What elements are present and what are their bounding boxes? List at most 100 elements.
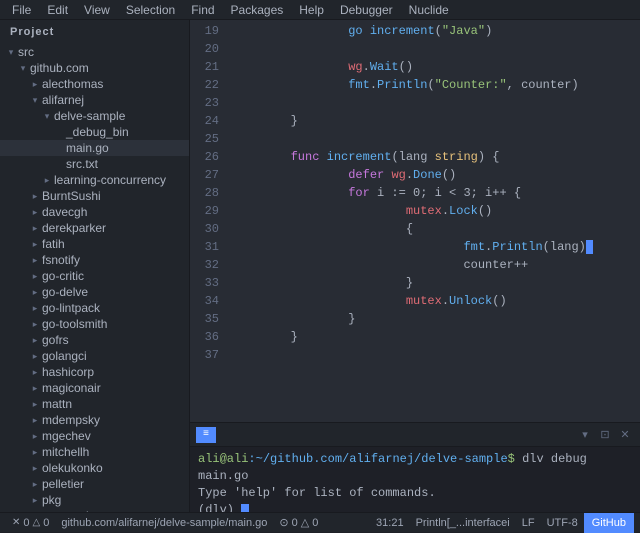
tree-item-learning-concurrency[interactable]: ▸learning-concurrency <box>0 172 189 188</box>
tree-item-src[interactable]: ▾src <box>0 44 189 60</box>
code-line-29: mutex.Lock() <box>233 202 640 220</box>
tree-label: fsnotify <box>42 253 80 267</box>
menu-item-edit[interactable]: Edit <box>39 0 76 19</box>
tree-item-mitchellh[interactable]: ▸mitchellh <box>0 444 189 460</box>
tree-item-alecthomas[interactable]: ▸alecthomas <box>0 76 189 92</box>
github-label: GitHub <box>592 517 626 529</box>
arrow-icon: ▸ <box>28 335 42 346</box>
arrow-icon: ▸ <box>28 431 42 442</box>
tree-item-fsnotify[interactable]: ▸fsnotify <box>0 252 189 268</box>
tree-label: go-delve <box>42 285 88 299</box>
terminal-prompt-user: ali@ali <box>198 452 248 466</box>
menu-item-packages[interactable]: Packages <box>223 0 292 19</box>
line-number-31: 31 <box>190 238 219 256</box>
status-line-ending: LF <box>516 517 541 529</box>
tree-item-pelletier[interactable]: ▸pelletier <box>0 476 189 492</box>
terminal-close-button[interactable]: ✕ <box>616 426 634 444</box>
terminal-toolbar: ≡ ▾ ⊡ ✕ <box>190 423 640 447</box>
error-count: 0 <box>23 517 29 529</box>
tree-label: mdempsky <box>42 413 100 427</box>
terminal-expand-button[interactable]: ⊡ <box>596 426 614 444</box>
code-line-36: } <box>233 328 640 346</box>
status-errors[interactable]: ✕ 0 △ 0 <box>6 517 55 529</box>
tree-label: mitchellh <box>42 445 89 459</box>
indent-text: Println[_...interfacei <box>416 517 510 529</box>
code-content[interactable]: go increment("Java") wg.Wait() fmt.Print… <box>225 20 640 422</box>
code-line-34: mutex.Unlock() <box>233 292 640 310</box>
tree-item-main.go[interactable]: main.go <box>0 140 189 156</box>
line-number-29: 29 <box>190 202 219 220</box>
tree-item-go-delve[interactable]: ▸go-delve <box>0 284 189 300</box>
menu-bar: FileEditViewSelectionFindPackagesHelpDeb… <box>0 0 640 20</box>
tree-item-go-toolsmith[interactable]: ▸go-toolsmith <box>0 316 189 332</box>
status-filepath[interactable]: github.com/alifarnej/delve-sample/main.g… <box>55 517 273 529</box>
tree-item-BurntSushi[interactable]: ▸BurntSushi <box>0 188 189 204</box>
menu-item-selection[interactable]: Selection <box>118 0 183 19</box>
tree-label: hashicorp <box>42 365 94 379</box>
tree-label: go-lintpack <box>42 301 100 315</box>
tree-item-mdempsky[interactable]: ▸mdempsky <box>0 412 189 428</box>
position-text: 31:21 <box>376 517 404 529</box>
arrow-icon: ▸ <box>28 447 42 458</box>
terminal-output-text-2: (dlv) <box>198 503 241 512</box>
menu-item-find[interactable]: Find <box>183 0 222 19</box>
status-encoding: UTF-8 <box>541 517 584 529</box>
code-line-30: { <box>233 220 640 238</box>
terminal-minimize-button[interactable]: ▾ <box>576 426 594 444</box>
terminal-content[interactable]: ali@ali:~/github.com/alifarnej/delve-sam… <box>190 447 640 512</box>
tree-label: _debug_bin <box>66 125 129 139</box>
tree-item-pkg[interactable]: ▸pkg <box>0 492 189 508</box>
line-numbers: 19202122232425262728293031323334353637 <box>190 20 225 422</box>
line-number-37: 37 <box>190 346 219 364</box>
tree-item-fatih[interactable]: ▸fatih <box>0 236 189 252</box>
tree-item-olekukonko[interactable]: ▸olekukonko <box>0 460 189 476</box>
menu-item-file[interactable]: File <box>4 0 39 19</box>
status-github[interactable]: GitHub <box>584 513 634 533</box>
menu-item-help[interactable]: Help <box>291 0 332 19</box>
tree-item-hashicorp[interactable]: ▸hashicorp <box>0 364 189 380</box>
arrow-icon: ▸ <box>28 287 42 298</box>
tree-label: mgechev <box>42 429 91 443</box>
line-number-25: 25 <box>190 130 219 148</box>
line-number-36: 36 <box>190 328 219 346</box>
code-line-31: fmt.Println(lang) <box>233 238 640 256</box>
tree-item-_debug_bin[interactable]: _debug_bin <box>0 124 189 140</box>
tree-label: derekparker <box>42 221 106 235</box>
tree-label: go-toolsmith <box>42 317 107 331</box>
tree-label: mattn <box>42 397 72 411</box>
tree-item-go-lintpack[interactable]: ▸go-lintpack <box>0 300 189 316</box>
tree-label: src <box>18 45 34 59</box>
editor-area: 19202122232425262728293031323334353637 g… <box>190 20 640 512</box>
tree-label: main.go <box>66 141 109 155</box>
tree-item-magiconair[interactable]: ▸magiconair <box>0 380 189 396</box>
tree-item-derekparker[interactable]: ▸derekparker <box>0 220 189 236</box>
tree-item-golangci[interactable]: ▸golangci <box>0 348 189 364</box>
code-line-25 <box>233 130 640 148</box>
tree-item-go-critic[interactable]: ▸go-critic <box>0 268 189 284</box>
arrow-icon: ▾ <box>4 47 18 58</box>
arrow-icon: ▾ <box>40 111 54 122</box>
tree-label: golangci <box>42 349 87 363</box>
arrow-icon: ▸ <box>28 191 42 202</box>
tree-item-mgechev[interactable]: ▸mgechev <box>0 428 189 444</box>
tree-item-delve-sample[interactable]: ▾delve-sample <box>0 108 189 124</box>
arrow-icon: ▸ <box>28 223 42 234</box>
menu-item-debugger[interactable]: Debugger <box>332 0 401 19</box>
menu-item-view[interactable]: View <box>76 0 118 19</box>
tree-item-gofrs[interactable]: ▸gofrs <box>0 332 189 348</box>
tree-label: pkg <box>42 493 61 507</box>
warning-count: 0 <box>43 517 49 529</box>
arrow-icon: ▸ <box>40 175 54 186</box>
terminal-output-text-1: Type 'help' for list of commands. <box>198 486 436 500</box>
arrow-icon: ▸ <box>28 319 42 330</box>
tree-item-mattn[interactable]: ▸mattn <box>0 396 189 412</box>
main-content: Project ▾src▾github.com▸alecthomas▾alifa… <box>0 20 640 512</box>
tree-item-alifarnej[interactable]: ▾alifarnej <box>0 92 189 108</box>
line-number-32: 32 <box>190 256 219 274</box>
menu-item-nuclide[interactable]: Nuclide <box>401 0 457 19</box>
arrow-icon: ▸ <box>28 207 42 218</box>
tree-item-src.txt[interactable]: src.txt <box>0 156 189 172</box>
terminal-output-2: (dlv) <box>198 502 632 512</box>
tree-item-github[interactable]: ▾github.com <box>0 60 189 76</box>
tree-item-davecgh[interactable]: ▸davecgh <box>0 204 189 220</box>
